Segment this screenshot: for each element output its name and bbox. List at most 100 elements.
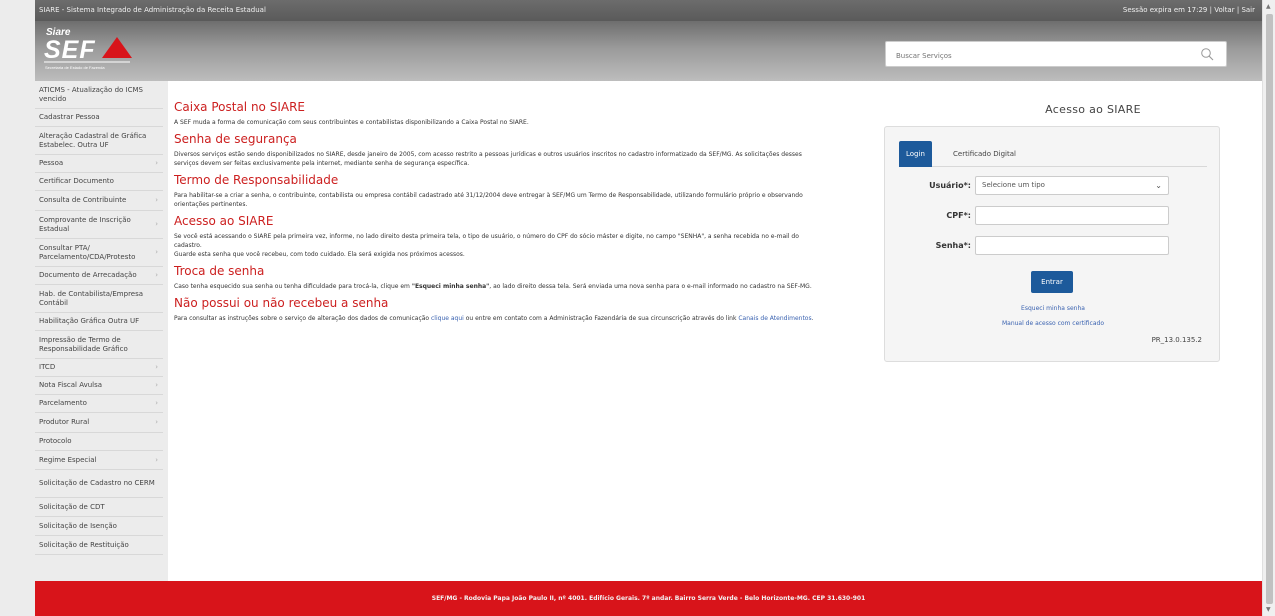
sidebar-item-label: Produtor Rural <box>39 418 90 426</box>
voltar-link[interactable]: Voltar <box>1214 6 1234 14</box>
sidebar-item-cadastrar-pessoa[interactable]: Cadastrar Pessoa <box>35 109 163 127</box>
scroll-down-icon[interactable]: ▼ <box>1266 606 1271 613</box>
session-expiry: Sessão expira em 17:29 <box>1122 6 1208 14</box>
search-input[interactable] <box>886 44 1186 68</box>
sidebar-item-label: ATICMS - Atualização do ICMS vencido <box>39 85 143 103</box>
section-text-nao-possui-senha: Para consultar as instruções sobre o ser… <box>174 314 819 323</box>
sidebar-item-protocolo[interactable]: Protocolo <box>35 433 163 451</box>
sidebar-item-label: Certificar Documento <box>39 177 114 185</box>
manual-certificado-link[interactable]: Manual de acesso com certificado <box>885 320 1221 327</box>
sidebar-item-aticms[interactable]: ATICMS - Atualização do ICMS vencido <box>35 81 163 109</box>
sidebar-item-label: Consulta de Contribuinte <box>39 196 127 204</box>
canais-atendimentos-link[interactable]: Canais de Atendimentos <box>738 315 811 322</box>
sidebar-item-label: Hab. de Contabilista/Empresa Contábil <box>39 289 144 307</box>
usuario-select-value: Selecione um tipo <box>982 181 1045 189</box>
info-sections: Caixa Postal no SIARE A SEF muda a forma… <box>174 99 819 327</box>
logo-subtitle: Secretaria de Estado de Fazenda <box>45 65 105 70</box>
search-icon[interactable] <box>1200 47 1214 61</box>
separator: | <box>1209 6 1212 14</box>
version-label: PR_13.0.135.2 <box>1151 336 1202 344</box>
cpf-field[interactable] <box>975 206 1169 225</box>
sidebar-item-label: Parcelamento <box>39 399 87 407</box>
text-fragment: Para consultar as instruções sobre o ser… <box>174 315 431 322</box>
sidebar-item-consultar-pta[interactable]: Consultar PTA/ Parcelamento/CDA/Protesto… <box>35 239 163 267</box>
section-text-acesso-2: Guarde esta senha que você recebeu, com … <box>174 251 465 258</box>
section-title-nao-possui-senha: Não possui ou não recebeu a senha <box>174 296 389 310</box>
sidebar-item-cadastro-cerm[interactable]: Solicitação de Cadastro no CERM <box>35 470 163 498</box>
sidebar-item-alteracao-grafica[interactable]: Alteração Cadastral de Gráfica Estabelec… <box>35 127 163 155</box>
sidebar-item-pessoa[interactable]: Pessoa › <box>35 155 163 173</box>
sidebar-item-label: Comprovante de Inscrição Estadual <box>39 215 131 233</box>
senha-label: Senha*: <box>935 241 971 250</box>
main-content: Caixa Postal no SIARE A SEF muda a forma… <box>168 81 1262 581</box>
sidebar-item-label: Pessoa <box>39 159 64 167</box>
sidebar-item-label: Regime Especial <box>39 455 97 464</box>
scroll-up-icon[interactable]: ▲ <box>1266 3 1271 10</box>
login-panel: Login Certificado Digital Usuário*: Sele… <box>884 126 1220 362</box>
chevron-right-icon: › <box>155 248 158 256</box>
cpf-row: CPF*: <box>885 206 1221 226</box>
sidebar-item-label: Habilitação Gráfica Outra UF <box>39 317 140 325</box>
sidebar-menu: ATICMS - Atualização do ICMS vencido Cad… <box>35 81 168 581</box>
text-fragment: . <box>811 315 814 322</box>
sidebar-item-label: ITCD <box>39 363 56 371</box>
search-box <box>885 41 1227 68</box>
sidebar-item-label: Protocolo <box>39 437 72 445</box>
separator: | <box>1236 6 1240 14</box>
sidebar-item-habilitacao-grafica[interactable]: Habilitação Gráfica Outra UF <box>35 313 163 331</box>
sidebar-item-label: Solicitação de CDT <box>39 502 105 511</box>
top-bar: SIARE - Sistema Integrado de Administraç… <box>35 0 1262 21</box>
chevron-right-icon: › <box>155 363 158 371</box>
sidebar-item-regime-especial[interactable]: Regime Especial › <box>35 451 163 470</box>
vertical-scrollbar[interactable]: ▲ ▼ <box>1262 0 1275 616</box>
chevron-right-icon: › <box>155 399 158 407</box>
esqueci-senha-emphasis: "Esqueci minha senha" <box>411 283 490 290</box>
chevron-right-icon: › <box>155 159 158 167</box>
sef-logo[interactable]: Siare SEF Secretaria de Estado de Fazend… <box>42 25 132 71</box>
header: Siare SEF Secretaria de Estado de Fazend… <box>35 21 1262 81</box>
tab-certificado-digital[interactable]: Certificado Digital <box>946 141 1023 167</box>
section-text-senha-seguranca: Diversos serviços estão sendo disponibil… <box>174 151 802 167</box>
footer: SEF/MG - Rodovia Papa João Paulo II, nº … <box>35 581 1262 616</box>
chevron-right-icon: › <box>155 196 158 204</box>
clique-aqui-link[interactable]: clique aqui <box>431 315 464 322</box>
cpf-label: CPF*: <box>946 211 971 220</box>
logo-triangle <box>102 37 132 58</box>
sidebar-item-nota-fiscal-avulsa[interactable]: Nota Fiscal Avulsa › <box>35 377 163 395</box>
usuario-row: Usuário*: Selecione um tipo ⌄ <box>885 176 1221 196</box>
sidebar-item-comprovante-inscricao[interactable]: Comprovante de Inscrição Estadual › <box>35 211 163 239</box>
sidebar-item-documento-arrecadacao[interactable]: Documento de Arrecadação › <box>35 267 163 285</box>
section-text-termo: Para habilitar-se a criar a senha, o con… <box>174 192 803 208</box>
sidebar-item-label: Documento de Arrecadação <box>39 271 137 279</box>
sidebar-item-label: Solicitação de Cadastro no CERM <box>39 479 155 487</box>
session-info: Sessão expira em 17:29 | Voltar | Sair <box>1123 0 1255 21</box>
sidebar-item-certificar-documento[interactable]: Certificar Documento <box>35 173 163 191</box>
usuario-select[interactable]: Selecione um tipo ⌄ <box>975 176 1169 195</box>
sidebar-item-solicitacao-restituicao[interactable]: Solicitação de Restituição <box>35 536 163 555</box>
login-tabs: Login Certificado Digital <box>899 141 1207 167</box>
chevron-right-icon: › <box>155 418 158 426</box>
logo-sef: SEF <box>44 36 96 64</box>
sidebar-item-itcd[interactable]: ITCD › <box>35 359 163 377</box>
chevron-down-icon: ⌄ <box>1155 181 1162 190</box>
esqueci-senha-link[interactable]: Esqueci minha senha <box>885 305 1221 312</box>
sidebar-item-consulta-contribuinte[interactable]: Consulta de Contribuinte › <box>35 191 163 211</box>
sidebar-item-produtor-rural[interactable]: Produtor Rural › <box>35 413 163 433</box>
section-title-acesso: Acesso ao SIARE <box>174 214 274 228</box>
senha-field[interactable] <box>975 236 1169 255</box>
login-title: Acesso ao SIARE <box>1045 103 1141 116</box>
sidebar-item-solicitacao-cdt[interactable]: Solicitação de CDT <box>35 498 163 517</box>
sidebar-item-solicitacao-isencao[interactable]: Solicitação de Isenção <box>35 517 163 536</box>
sair-link[interactable]: Sair <box>1241 6 1255 14</box>
section-title-senha-seguranca: Senha de segurança <box>174 132 297 146</box>
tab-login[interactable]: Login <box>899 141 932 167</box>
text-fragment: , ao lado direito dessa tela. Será envia… <box>489 283 812 290</box>
sidebar-item-label: Solicitação de Restituição <box>39 540 129 549</box>
sidebar-item-hab-contabilista[interactable]: Hab. de Contabilista/Empresa Contábil <box>35 285 163 313</box>
sidebar-item-impressao-termo[interactable]: Impressão de Termo de Responsabilidade G… <box>35 331 163 359</box>
scrollbar-thumb[interactable] <box>1266 14 1273 604</box>
entrar-button[interactable]: Entrar <box>1031 271 1073 293</box>
chevron-right-icon: › <box>155 381 158 389</box>
section-text-caixa-postal: A SEF muda a forma de comunicação com se… <box>174 119 529 126</box>
sidebar-item-parcelamento[interactable]: Parcelamento › <box>35 395 163 413</box>
